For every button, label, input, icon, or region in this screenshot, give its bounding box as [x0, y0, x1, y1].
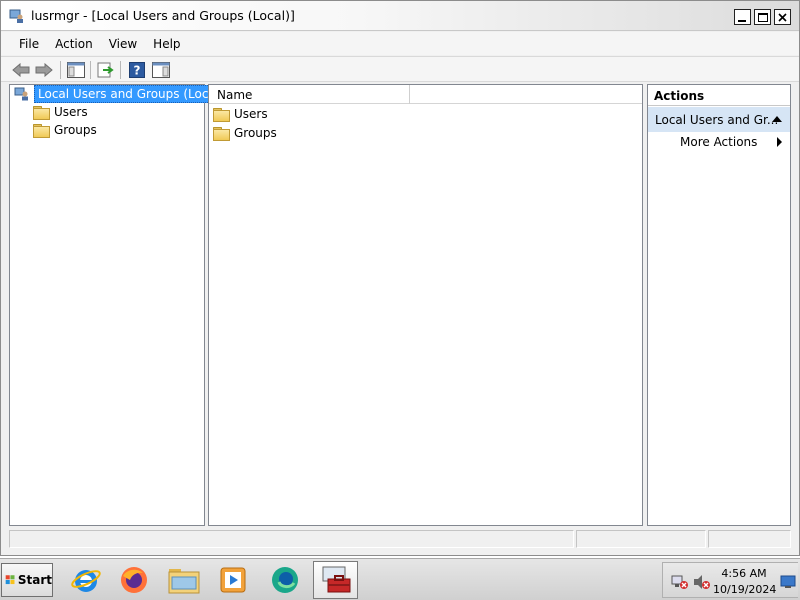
clock-date[interactable]: 10/19/2024: [713, 583, 776, 596]
results-pane: Name Users Groups: [208, 84, 643, 526]
column-header-name[interactable]: Name: [209, 85, 410, 104]
show-desktop-icon[interactable]: [780, 575, 796, 589]
tree-item-label: Users: [54, 105, 88, 119]
folder-icon: [33, 124, 50, 138]
start-button[interactable]: Start: [1, 563, 53, 597]
users-groups-app-icon: [9, 9, 23, 23]
list-item-label: Groups: [234, 126, 277, 140]
forward-icon: [35, 63, 53, 77]
taskbar-file-explorer[interactable]: [164, 561, 204, 599]
column-header-empty[interactable]: [411, 85, 642, 104]
start-label: Start: [17, 573, 52, 587]
console-tree: Local Users and Groups (Local) Users Gro…: [9, 84, 228, 526]
forward-button[interactable]: [34, 60, 54, 80]
collapse-up-icon[interactable]: [772, 116, 782, 122]
menu-bar: File Action View Help: [1, 32, 799, 55]
edge-icon: [272, 567, 298, 593]
taskbar-media-player[interactable]: [213, 561, 253, 599]
more-actions-item[interactable]: More Actions: [680, 135, 757, 149]
back-button[interactable]: [11, 60, 31, 80]
svg-text:?: ?: [134, 64, 141, 78]
folder-icon: [213, 108, 230, 122]
system-tray: 4:56 AM 10/19/2024: [662, 562, 798, 598]
menu-help[interactable]: Help: [145, 37, 188, 51]
list-item-groups[interactable]: Groups: [213, 125, 277, 141]
firefox-icon: [121, 567, 147, 593]
volume-muted-icon[interactable]: [693, 574, 711, 590]
actions-title: Actions: [648, 85, 790, 106]
tree-item-groups[interactable]: Groups: [33, 122, 97, 138]
actions-pane: Actions Local Users and Gr... More Actio…: [647, 84, 791, 526]
users-groups-icon: [14, 87, 28, 101]
list-item-users[interactable]: Users: [213, 106, 268, 122]
menu-view[interactable]: View: [101, 37, 145, 51]
export-list-icon: [97, 62, 114, 78]
show-hide-console-tree-button[interactable]: [66, 60, 86, 80]
close-icon: [778, 12, 787, 22]
tree-item-users[interactable]: Users: [33, 104, 88, 120]
status-cell-main: [9, 530, 574, 548]
toolbar: ?: [1, 56, 799, 82]
taskbar-computer-management[interactable]: [313, 561, 358, 599]
status-cell-3: [708, 530, 791, 548]
folder-icon: [33, 106, 50, 120]
taskbar-internet-explorer[interactable]: [66, 561, 106, 599]
computer-management-icon: [322, 566, 350, 593]
windows-logo-icon: [5, 575, 15, 585]
minimize-button[interactable]: [734, 9, 751, 25]
window-title: lusrmgr - [Local Users and Groups (Local…: [31, 8, 295, 23]
taskbar-firefox[interactable]: [114, 561, 154, 599]
help-icon: ?: [129, 62, 145, 78]
title-bar[interactable]: lusrmgr - [Local Users and Groups (Local…: [1, 1, 799, 31]
lusrmgr-window: lusrmgr - [Local Users and Groups (Local…: [0, 0, 800, 556]
taskbar: Start 4:56 AM 10/19/2024: [0, 558, 800, 600]
internet-explorer-icon: [71, 570, 101, 592]
minimize-icon: [738, 19, 746, 22]
show-hide-action-pane-button[interactable]: [151, 60, 171, 80]
menu-action[interactable]: Action: [47, 37, 101, 51]
show-hide-action-pane-icon: [152, 62, 170, 78]
media-player-icon: [220, 567, 246, 593]
maximize-icon: [757, 12, 768, 22]
network-disconnected-icon[interactable]: [671, 574, 689, 590]
tree-root-local-users-and-groups[interactable]: Local Users and Groups (Local): [14, 85, 228, 103]
status-cell-2: [576, 530, 706, 548]
list-item-label: Users: [234, 107, 268, 121]
tree-item-label: Groups: [54, 123, 97, 137]
back-icon: [12, 63, 30, 77]
maximize-button[interactable]: [754, 9, 771, 25]
export-list-button[interactable]: [96, 60, 116, 80]
actions-section-header[interactable]: Local Users and Gr...: [648, 107, 790, 132]
clock-time[interactable]: 4:56 AM: [713, 567, 775, 580]
taskbar-edge[interactable]: [265, 561, 305, 599]
status-bar: [1, 528, 799, 550]
menu-file[interactable]: File: [11, 37, 47, 51]
submenu-arrow-icon: [777, 137, 782, 147]
help-button[interactable]: ?: [127, 60, 147, 80]
folder-icon: [213, 127, 230, 141]
tree-root-label: Local Users and Groups (Local): [34, 85, 228, 103]
actions-section-label: Local Users and Gr...: [655, 112, 779, 127]
file-explorer-icon: [168, 569, 200, 594]
close-button[interactable]: [774, 9, 791, 25]
list-header: Name: [209, 85, 642, 104]
show-hide-console-tree-icon: [67, 62, 85, 78]
